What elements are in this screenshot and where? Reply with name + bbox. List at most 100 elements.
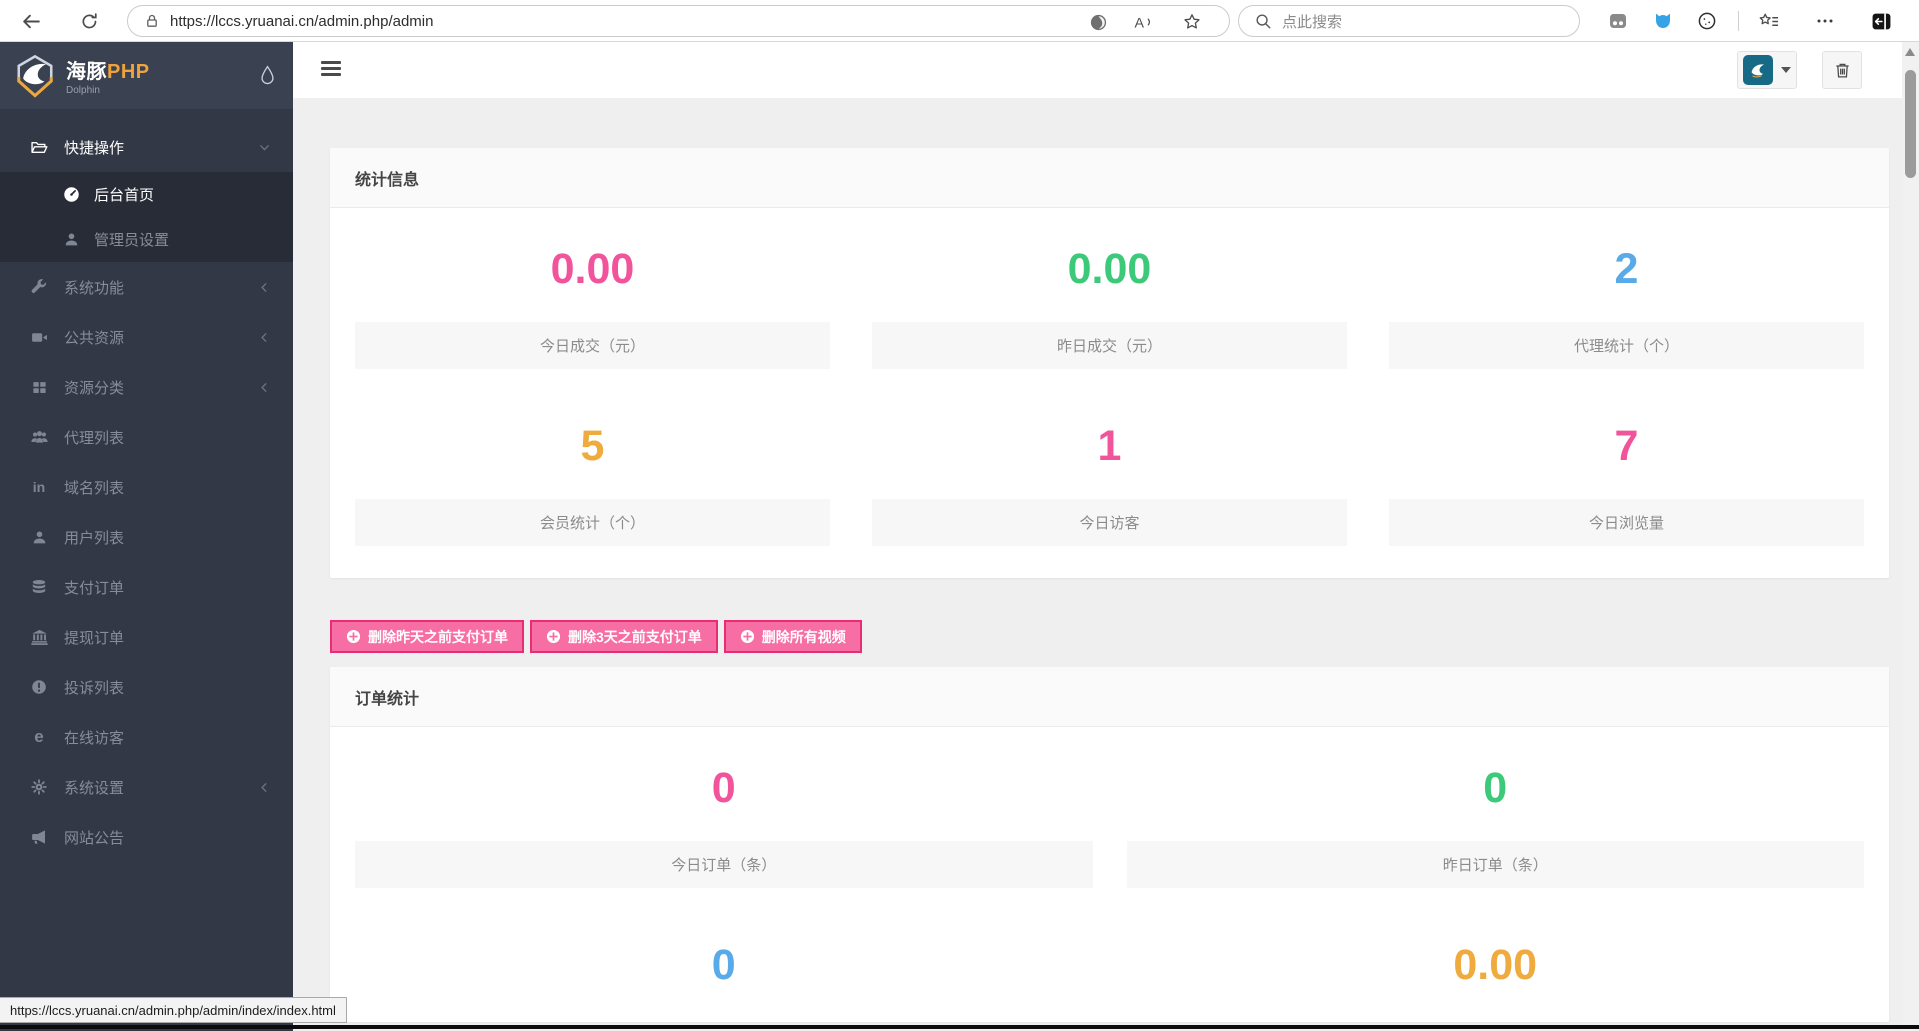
button-label: 删除昨天之前支付订单 [368, 628, 508, 645]
chevron-left-icon [258, 781, 271, 794]
sidebar-item-system-settings[interactable]: 系统设置 [0, 762, 293, 812]
chevron-down-icon [258, 141, 271, 154]
chevron-left-icon [258, 381, 271, 394]
sidebar-logo[interactable]: 海豚PHP Dolphin [0, 42, 293, 109]
address-bar[interactable]: https://lccs.yruanai.cn/admin.php/admin … [127, 5, 1230, 37]
folder-open-icon [30, 138, 48, 156]
gear-icon [30, 778, 48, 796]
button-label: 删除3天之前支付订单 [568, 628, 702, 645]
hamburger-menu-icon[interactable] [321, 61, 341, 79]
delete-payments-before-yesterday-button[interactable]: 删除昨天之前支付订单 [330, 620, 524, 653]
stat-label: 今日成交（元） [355, 322, 830, 369]
fox-extension-icon[interactable] [1650, 8, 1676, 34]
sidebar-item-domain-list[interactable]: in 域名列表 [0, 462, 293, 512]
logo-title-accent: PHP [107, 61, 150, 83]
plus-circle-icon [546, 629, 561, 644]
sidebar-item-complaint-list[interactable]: 投诉列表 [0, 662, 293, 712]
back-icon[interactable] [18, 8, 44, 34]
stat-label: 代理统计（个） [1389, 322, 1864, 369]
favorites-bar-icon[interactable] [1756, 8, 1782, 34]
sidebar-item-withdrawal-orders[interactable]: 提现订单 [0, 612, 293, 662]
delete-payments-before-3days-button[interactable]: 删除3天之前支付订单 [530, 620, 718, 653]
logo-title: 海豚 [66, 61, 107, 83]
refresh-icon[interactable] [76, 8, 102, 34]
plus-circle-icon [346, 629, 361, 644]
clear-trash-button[interactable] [1822, 51, 1862, 89]
logo-subtitle: Dolphin [66, 85, 100, 96]
browser-scrollbar[interactable] [1902, 42, 1919, 1031]
sidebar-item-admin-settings[interactable]: 管理员设置 [0, 217, 293, 262]
stat-label: 今日浏览量 [1389, 499, 1864, 546]
linkedin-icon: in [32, 479, 46, 495]
delete-all-videos-button[interactable]: 删除所有视频 [723, 620, 862, 653]
stat-label: 昨日成交（元） [872, 322, 1347, 369]
button-label: 删除所有视频 [761, 628, 846, 645]
sidebar-menu: 快捷操作 后台首页 管理员设置 系统功能 公共资源 资源分类 代理列表 in 域… [0, 109, 293, 862]
favorite-star-icon[interactable] [1180, 11, 1204, 33]
trash-icon [1835, 63, 1849, 78]
stat-value: 0 [711, 941, 736, 989]
sidebar-item-label: 快捷操作 [64, 139, 125, 157]
secure-lock-icon[interactable] [144, 13, 160, 29]
database-icon [30, 578, 48, 596]
chevron-left-icon [258, 281, 271, 294]
plus-circle-icon [740, 629, 754, 644]
toolbar-divider [1738, 11, 1739, 31]
dashboard-icon [62, 186, 80, 204]
caret-down-icon [1781, 67, 1791, 73]
svg-text:A: A [1135, 15, 1145, 31]
stat-value: 0 [1483, 764, 1508, 812]
scroll-up-arrow-icon[interactable] [1905, 48, 1915, 56]
stat-cell: 0 今日订单（条） [355, 727, 1093, 888]
top-header-bar [293, 42, 1902, 98]
sidebar-item-resource-categories[interactable]: 资源分类 [0, 362, 293, 412]
orders-card-title: 订单统计 [330, 667, 1889, 727]
stat-cell: 0 昨日订单（条） [1126, 727, 1864, 888]
chevron-left-icon [258, 331, 271, 344]
url-text[interactable]: https://lccs.yruanai.cn/admin.php/admin [170, 13, 433, 30]
sidebar-item-site-announcement[interactable]: 网站公告 [0, 812, 293, 862]
sidebar-item-online-visitors[interactable]: e 在线访客 [0, 712, 293, 762]
sidebar-item-payment-orders[interactable]: 支付订单 [0, 562, 293, 612]
orders-card: 订单统计 0 今日订单（条） 0 昨日订单（条） 0 0.00 [330, 667, 1889, 1022]
search-box[interactable]: 点此搜索 [1238, 5, 1580, 37]
sidebar-item-dashboard-home[interactable]: 后台首页 [0, 172, 293, 217]
search-icon [1255, 13, 1272, 30]
main-area: 统计信息 0.00 今日成交（元） 0.00 昨日成交（元） 2 代理统计（个）… [293, 42, 1902, 1031]
dolphin-logo-icon [14, 54, 56, 98]
read-aloud-icon[interactable]: A [1132, 11, 1156, 33]
status-bar-link-preview: https://lccs.yruanai.cn/admin.php/admin/… [0, 997, 347, 1023]
sidebar-item-label: 在线访客 [64, 729, 125, 747]
droplet-icon[interactable] [260, 65, 275, 86]
sidebar-item-label: 用户列表 [64, 529, 125, 547]
stat-cell: 7 今日浏览量 [1389, 369, 1864, 546]
swirl-extension-icon[interactable] [1086, 11, 1110, 33]
scrollbar-thumb[interactable] [1905, 70, 1916, 178]
stat-value: 1 [1097, 422, 1122, 470]
sidebar-item-label: 域名列表 [64, 479, 125, 497]
sidebar-item-user-list[interactable]: 用户列表 [0, 512, 293, 562]
logo-text: 海豚PHP Dolphin [66, 55, 260, 96]
wrench-icon [30, 278, 48, 296]
sidebar-item-label: 代理列表 [64, 429, 125, 447]
sidebar-item-public-resources[interactable]: 公共资源 [0, 312, 293, 362]
extensions-icon[interactable] [1694, 8, 1720, 34]
sidebar-item-system-functions[interactable]: 系统功能 [0, 262, 293, 312]
stat-cell: 5 会员统计（个） [355, 369, 830, 546]
sidebar-panel-icon[interactable] [1868, 8, 1894, 34]
browser-toolbar: https://lccs.yruanai.cn/admin.php/admin … [0, 0, 1919, 42]
sidebar-item-label: 公共资源 [64, 329, 125, 347]
sidebar: 海豚PHP Dolphin 快捷操作 后台首页 管理员设置 系统功能 公共资源 … [0, 42, 293, 1031]
sidebar-item-quick-actions[interactable]: 快捷操作 [0, 122, 293, 172]
user-icon [62, 231, 80, 249]
stat-label: 会员统计（个） [355, 499, 830, 546]
content-area: 统计信息 0.00 今日成交（元） 0.00 昨日成交（元） 2 代理统计（个）… [293, 98, 1902, 1031]
user-avatar-button[interactable] [1737, 51, 1797, 89]
stat-label: 今日订单（条） [355, 841, 1093, 888]
settings-menu-icon[interactable] [1812, 8, 1838, 34]
stat-cell: 0 [355, 888, 1093, 990]
stat-cell: 1 今日访客 [872, 369, 1347, 546]
workspaces-icon[interactable] [1605, 8, 1631, 34]
stat-cell: 0.00 昨日成交（元） [872, 208, 1347, 369]
sidebar-item-agent-list[interactable]: 代理列表 [0, 412, 293, 462]
